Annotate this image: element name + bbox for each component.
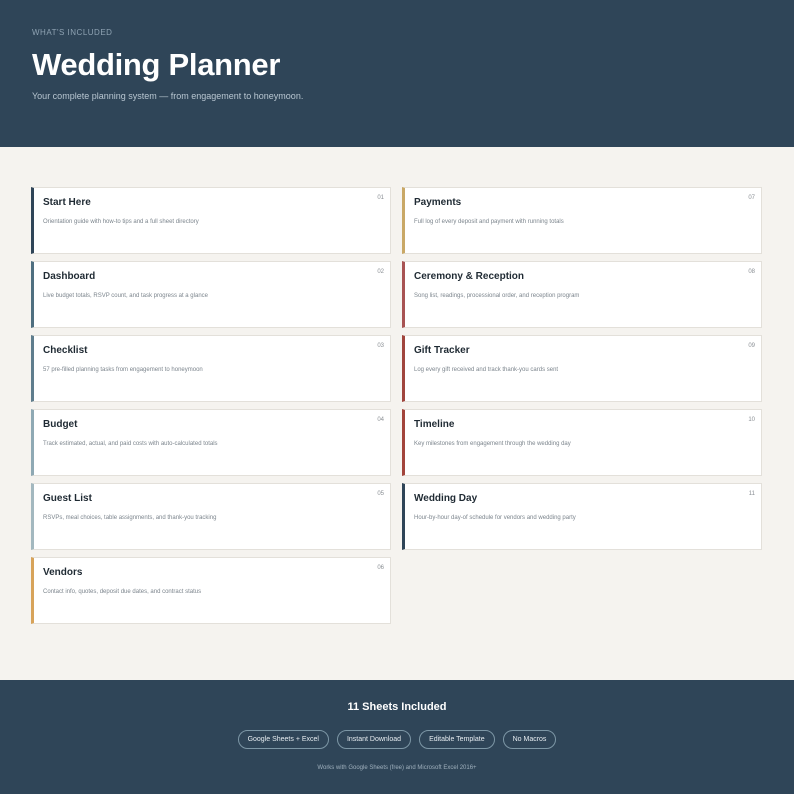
sheet-description: Contact info, quotes, deposit due dates,… xyxy=(43,589,202,595)
sheet-number: 05 xyxy=(377,491,384,497)
sheet-card-wedding-day[interactable]: 11 Wedding Day Hour-by-hour day-of sched… xyxy=(402,483,762,550)
sheet-title: Payments xyxy=(414,197,462,208)
sheet-description: Song list, readings, processional order,… xyxy=(414,293,580,299)
sheet-description: Hour-by-hour day-of schedule for vendors… xyxy=(414,515,576,521)
sheet-title: Budget xyxy=(43,419,78,430)
sheet-title: Ceremony & Reception xyxy=(414,271,525,282)
sheet-number: 08 xyxy=(748,269,755,275)
hero-header: WHAT'S INCLUDED Wedding Planner Your com… xyxy=(0,0,794,147)
sheet-description: Orientation guide with how-to tips and a… xyxy=(43,219,199,225)
sheet-card-timeline[interactable]: 10 Timeline Key milestones from engageme… xyxy=(402,409,762,476)
sheet-description: RSVPs, meal choices, table assignments, … xyxy=(43,515,217,521)
sheet-number: 06 xyxy=(377,565,384,571)
badge-editable-template: Editable Template xyxy=(419,730,495,749)
badge-no-macros: No Macros xyxy=(502,730,557,749)
sheet-title: Wedding Day xyxy=(414,493,478,504)
sheet-number: 03 xyxy=(377,343,384,349)
sheet-title: Start Here xyxy=(43,197,91,208)
sheet-title: Vendors xyxy=(43,567,83,578)
sheet-title: Dashboard xyxy=(43,271,96,282)
sheet-card-ceremony-reception[interactable]: 08 Ceremony & Reception Song list, readi… xyxy=(402,261,762,328)
sheet-description: Full log of every deposit and payment wi… xyxy=(414,219,564,225)
sheet-card-payments[interactable]: 07 Payments Full log of every deposit an… xyxy=(402,187,762,254)
sheet-number: 04 xyxy=(377,417,384,423)
sheet-card-checklist[interactable]: 03 Checklist 57 pre-filled planning task… xyxy=(31,335,391,402)
sheet-title: Guest List xyxy=(43,493,92,504)
sheet-number: 09 xyxy=(748,343,755,349)
sheet-card-start-here[interactable]: 01 Start Here Orientation guide with how… xyxy=(31,187,391,254)
sheet-number: 11 xyxy=(748,491,755,497)
sheet-card-dashboard[interactable]: 02 Dashboard Live budget totals, RSVP co… xyxy=(31,261,391,328)
sheet-description: Log every gift received and track thank-… xyxy=(414,367,559,373)
sheet-number: 10 xyxy=(748,417,755,423)
sheet-description: Track estimated, actual, and paid costs … xyxy=(43,441,218,447)
footer-banner: 11 Sheets Included Google Sheets + Excel… xyxy=(0,680,794,794)
badge-sheets-excel: Google Sheets + Excel xyxy=(237,730,329,749)
sheet-description: Live budget totals, RSVP count, and task… xyxy=(43,293,208,299)
sheet-title: Timeline xyxy=(414,419,455,430)
feature-badges: Google Sheets + Excel Instant Download E… xyxy=(0,730,794,749)
sheets-count-heading: 11 Sheets Included xyxy=(347,701,447,713)
sheet-description: 57 pre-filled planning tasks from engage… xyxy=(43,367,203,373)
sheet-card-vendors[interactable]: 06 Vendors Contact info, quotes, deposit… xyxy=(31,557,391,624)
sheet-number: 01 xyxy=(377,195,384,201)
eyebrow-label: WHAT'S INCLUDED xyxy=(32,28,113,37)
sheet-description: Key milestones from engagement through t… xyxy=(414,441,571,447)
sheet-card-gift-tracker[interactable]: 09 Gift Tracker Log every gift received … xyxy=(402,335,762,402)
page-subtitle: Your complete planning system — from eng… xyxy=(32,91,304,101)
compatibility-note: Works with Google Sheets (free) and Micr… xyxy=(317,765,477,771)
badge-instant-download: Instant Download xyxy=(336,730,412,749)
sheet-number: 02 xyxy=(377,269,384,275)
page-title: Wedding Planner xyxy=(32,47,281,82)
sheet-card-budget[interactable]: 04 Budget Track estimated, actual, and p… xyxy=(31,409,391,476)
sheet-card-guest-list[interactable]: 05 Guest List RSVPs, meal choices, table… xyxy=(31,483,391,550)
sheet-title: Checklist xyxy=(43,345,88,356)
sheet-number: 07 xyxy=(748,195,755,201)
sheet-title: Gift Tracker xyxy=(414,345,470,356)
